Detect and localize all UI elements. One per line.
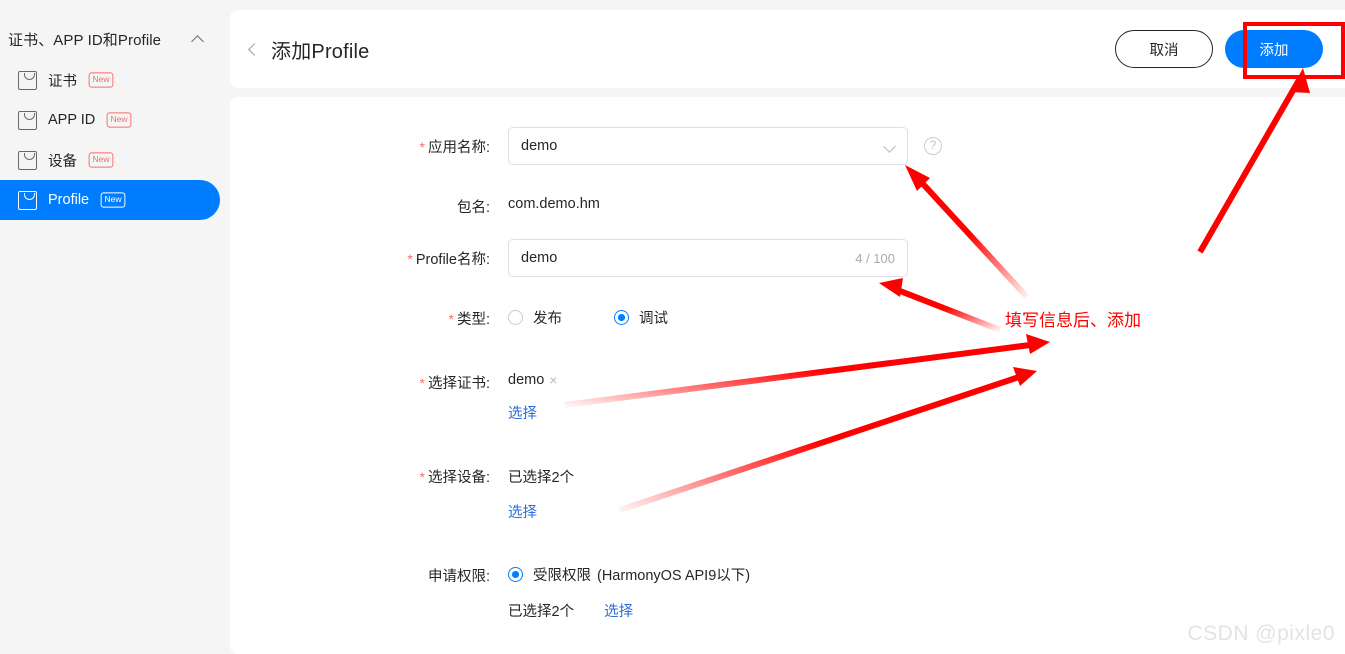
chevron-down-icon[interactable] — [884, 141, 895, 152]
permission-selected-count: 已选择2个 — [508, 604, 575, 620]
label-text: 选择设备: — [427, 470, 490, 486]
sidebar-item-label: 设备 — [48, 153, 77, 170]
required-marker: * — [419, 375, 425, 391]
bag-icon — [18, 190, 37, 210]
sidebar-item-label: 证书 — [48, 73, 77, 90]
required-marker: * — [419, 469, 425, 485]
bag-icon — [18, 110, 37, 130]
field-label-device: * 选择设备: — [230, 457, 490, 487]
profile-name-input[interactable]: demo 4 / 100 — [508, 239, 908, 277]
chevron-left-icon[interactable] — [246, 42, 260, 56]
field-label-permission: 申请权限: — [427, 569, 490, 585]
sidebar-item-device[interactable]: 设备 New — [0, 140, 220, 180]
bag-icon — [18, 70, 37, 90]
sidebar-item-profile[interactable]: Profile New — [0, 180, 220, 220]
profile-form: * 应用名称: demo ? 包名: com.demo.hm * Profile… — [230, 97, 1345, 621]
field-control-app-name: demo ? — [508, 127, 942, 165]
radio-circle-icon — [508, 310, 523, 325]
permission-note: (HarmonyOS API9以下) — [597, 568, 751, 584]
header-actions: 取消 添加 — [1115, 30, 1323, 68]
close-icon[interactable]: × — [549, 372, 557, 388]
sidebar-item-label: APP ID — [48, 112, 96, 128]
sidebar-item-certificate[interactable]: 证书 New — [0, 60, 220, 100]
field-label-app-name: * 应用名称: — [230, 127, 490, 157]
question-mark-icon[interactable]: ? — [924, 137, 942, 155]
label-text: 类型: — [456, 312, 490, 328]
field-label-certificate: * 选择证书: — [230, 363, 490, 393]
field-row-profile-name: * Profile名称: demo 4 / 100 — [230, 239, 1345, 277]
field-row-app-name: * 应用名称: demo ? — [230, 127, 1345, 165]
watermark: CSDN @pixle0 — [1187, 622, 1335, 645]
field-row-package-name: 包名: com.demo.hm — [230, 187, 1345, 217]
certificate-stack: demo × 选择 — [508, 363, 557, 423]
page-header-bar: 添加Profile 取消 添加 — [230, 10, 1345, 88]
radio-option-debug[interactable]: 调试 — [614, 307, 668, 328]
field-row-type: * 类型: 发布 调试 — [230, 299, 1345, 329]
field-row-certificate: * 选择证书: demo × 选择 — [230, 363, 1345, 423]
radio-label: 受限权限 — [533, 568, 591, 584]
radio-circle-icon — [614, 310, 629, 325]
sidebar-section-title: 证书、APP ID和Profile — [8, 31, 162, 49]
required-marker: * — [419, 139, 425, 155]
device-stack: 已选择2个 选择 — [508, 457, 574, 522]
new-badge: New — [100, 192, 126, 208]
chevron-up-icon[interactable] — [192, 33, 204, 45]
radio-label: 发布 — [533, 311, 562, 327]
label-text: 应用名称: — [427, 140, 490, 156]
required-marker: * — [407, 251, 413, 267]
sidebar-section-header[interactable]: 证书、APP ID和Profile — [0, 18, 220, 60]
profile-name-value: demo — [521, 250, 558, 266]
form-panel: * 应用名称: demo ? 包名: com.demo.hm * Profile… — [230, 97, 1345, 654]
radio-label: 调试 — [639, 311, 668, 327]
label-text: 选择证书: — [427, 376, 490, 392]
bag-icon — [18, 150, 37, 170]
new-badge: New — [88, 152, 114, 168]
field-control-type: 发布 调试 — [508, 299, 668, 328]
radio-option-restricted-permission[interactable]: 受限权限 (HarmonyOS API9以下) — [508, 564, 750, 585]
field-row-device: * 选择设备: 已选择2个 选择 — [230, 457, 1345, 522]
field-control-device: 已选择2个 选择 — [508, 457, 574, 522]
sidebar: 证书、APP ID和Profile 证书 New APP ID New 设备 N… — [0, 0, 220, 654]
sidebar-item-label: Profile — [48, 192, 90, 208]
cancel-button[interactable]: 取消 — [1115, 30, 1213, 68]
new-badge: New — [88, 72, 114, 88]
field-control-permission: 受限权限 (HarmonyOS API9以下) 已选择2个 选择 — [508, 556, 750, 621]
certificate-select-link[interactable]: 选择 — [508, 402, 537, 423]
required-marker: * — [448, 311, 454, 327]
permission-select-link[interactable]: 选择 — [604, 600, 633, 621]
field-label-profile-name: * Profile名称: — [230, 239, 490, 269]
label-text: Profile名称: — [415, 252, 490, 268]
certificate-tag: demo × — [508, 363, 557, 388]
device-selected-count: 已选择2个 — [508, 470, 575, 486]
package-name-value: com.demo.hm — [508, 196, 600, 212]
page-title: 添加Profile — [271, 40, 370, 63]
add-button[interactable]: 添加 — [1225, 30, 1323, 68]
certificate-tag-label: demo — [508, 372, 545, 388]
type-radio-group: 发布 调试 — [508, 299, 668, 328]
field-label-type: * 类型: — [230, 299, 490, 329]
radio-option-release[interactable]: 发布 — [508, 307, 562, 328]
new-badge: New — [106, 112, 132, 128]
permission-radio-group: 受限权限 (HarmonyOS API9以下) — [508, 556, 750, 585]
permission-selection-row: 已选择2个 选择 — [508, 600, 750, 621]
device-select-link[interactable]: 选择 — [508, 501, 537, 522]
sidebar-item-app-id[interactable]: APP ID New — [0, 100, 220, 140]
field-control-certificate: demo × 选择 — [508, 363, 557, 423]
permission-stack: 受限权限 (HarmonyOS API9以下) 已选择2个 选择 — [508, 556, 750, 621]
field-label-package-name: 包名: — [456, 200, 490, 216]
radio-circle-icon — [508, 567, 523, 582]
app-name-select[interactable]: demo — [508, 127, 908, 165]
field-control-profile-name: demo 4 / 100 — [508, 239, 908, 277]
field-row-permission: 申请权限: 受限权限 (HarmonyOS API9以下) 已选择2个 选择 — [230, 556, 1345, 621]
character-counter: 4 / 100 — [855, 250, 895, 266]
field-control-package-name: com.demo.hm — [508, 187, 600, 212]
main-area: 添加Profile 取消 添加 * 应用名称: demo ? 包名: com.d… — [230, 0, 1345, 654]
app-name-value: demo — [521, 138, 558, 154]
